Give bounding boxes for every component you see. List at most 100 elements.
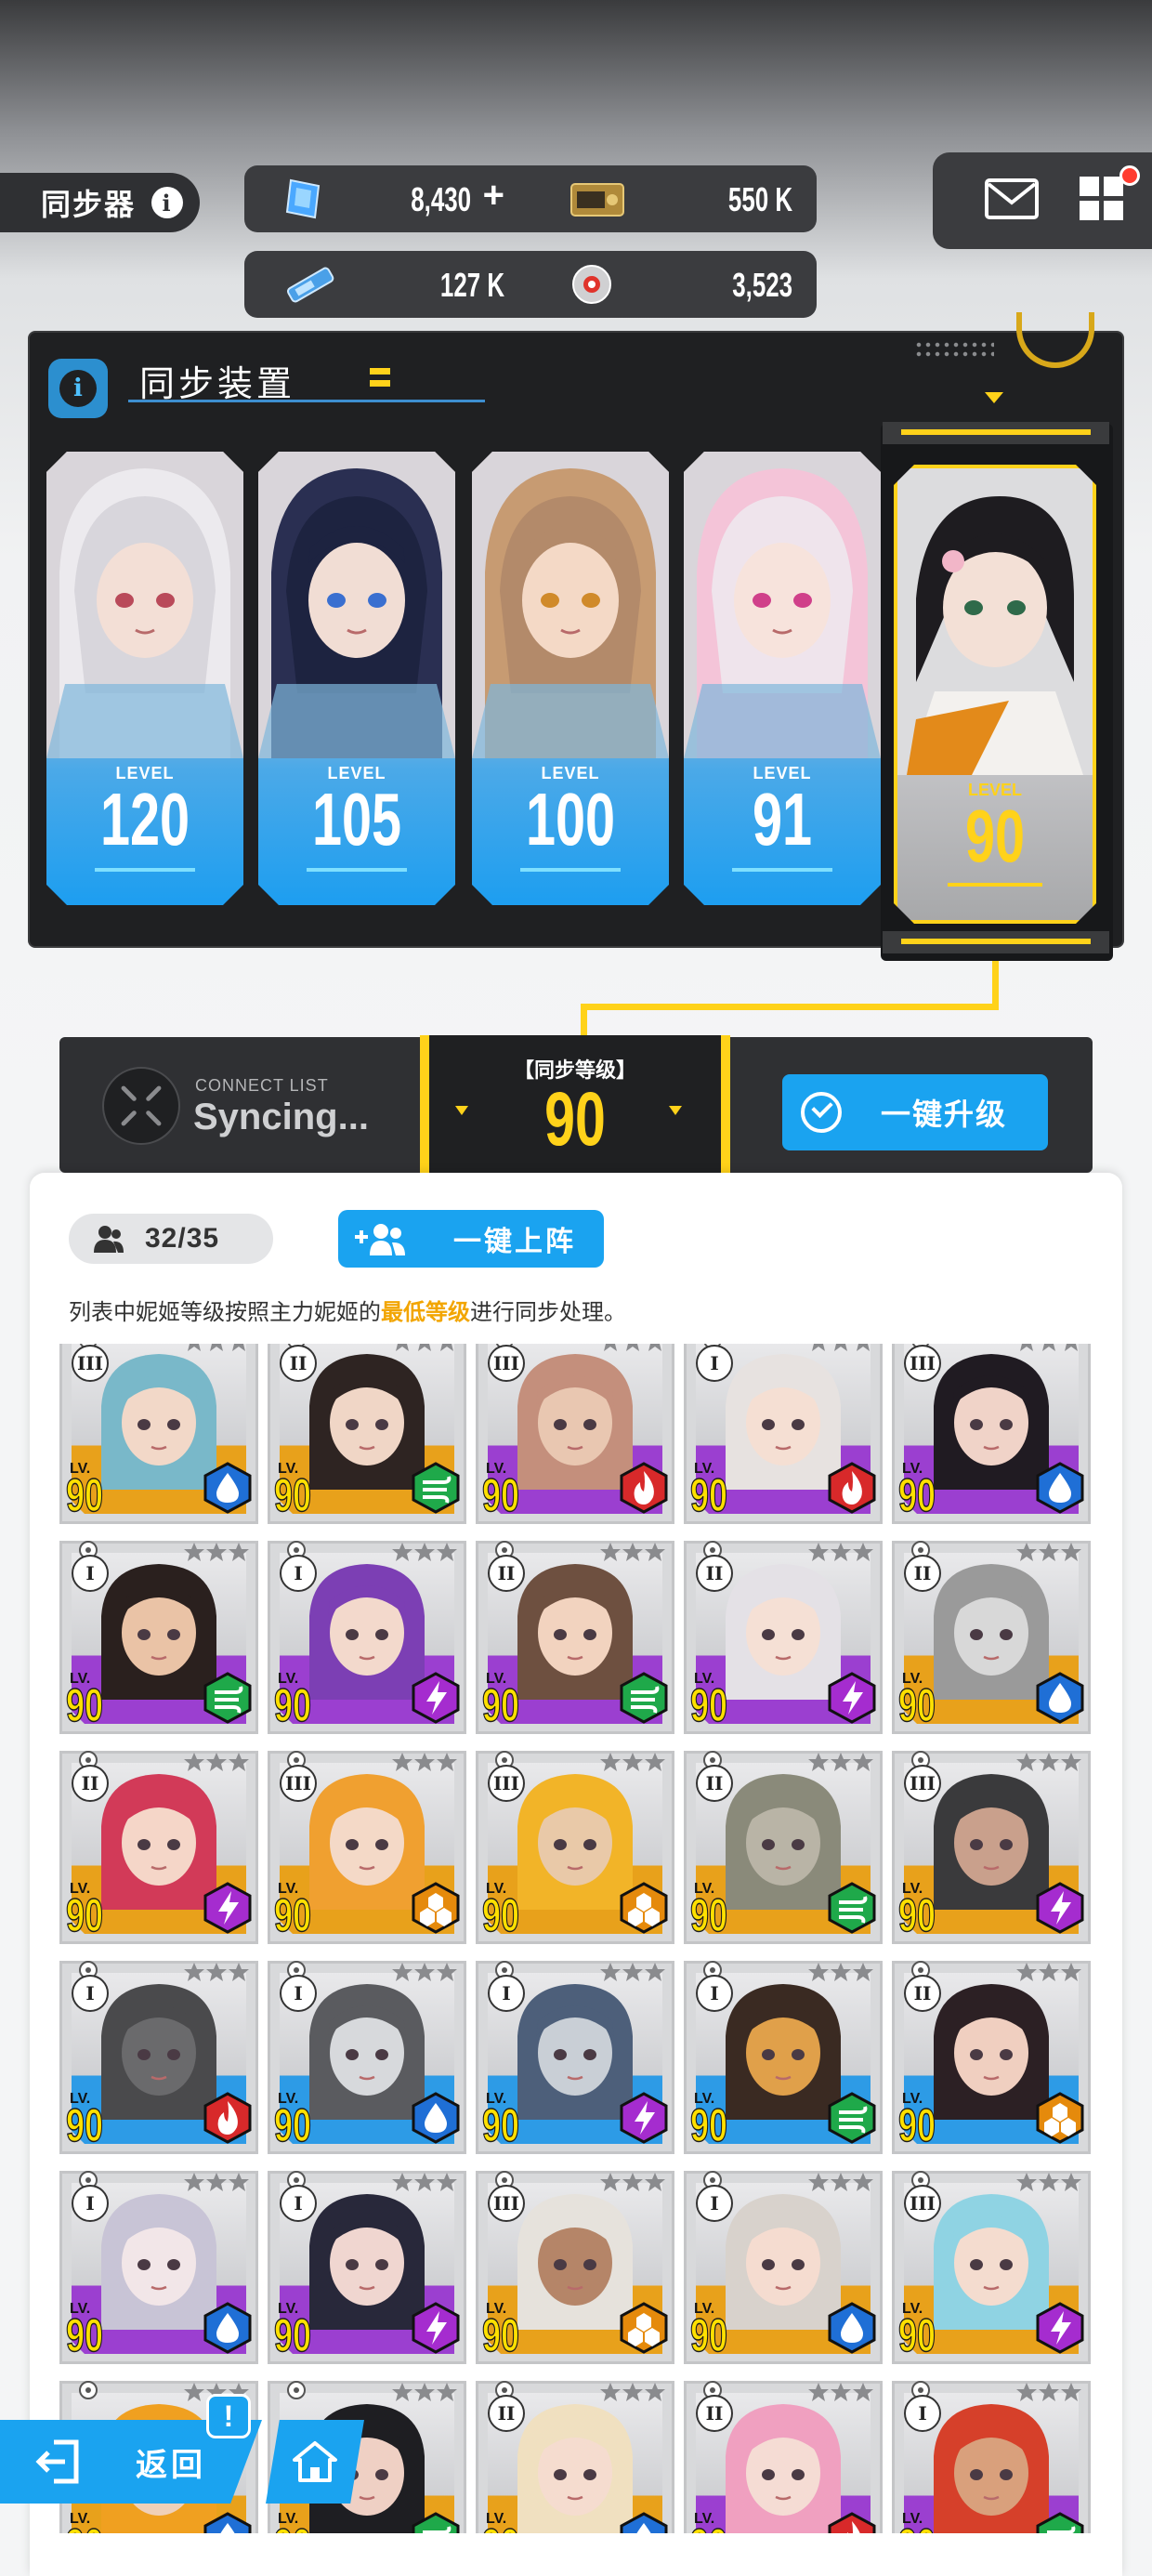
character-level: 90: [481, 1888, 520, 1942]
element-electric-icon: [620, 2092, 668, 2144]
character-tile[interactable]: ILV.90: [59, 1541, 258, 1734]
character-level: 90: [689, 2308, 728, 2362]
character-tile[interactable]: IILV.90: [684, 1751, 883, 1944]
credit-resource: 550 K: [532, 165, 811, 232]
home-button[interactable]: [266, 2420, 364, 2504]
one-click-upgrade-button[interactable]: 一键升级: [782, 1074, 1048, 1150]
character-tile[interactable]: ILV.90: [476, 1961, 674, 2154]
sync-level-value: 90: [544, 1077, 606, 1162]
element-wind-icon: [828, 1882, 876, 1934]
character-tile[interactable]: IILV.90: [684, 1541, 883, 1734]
burst-badge: I: [696, 2185, 733, 2222]
character-level: 90: [689, 1678, 728, 1732]
character-tile[interactable]: IILV.90: [268, 1344, 466, 1524]
element-fire-icon: [828, 2512, 876, 2533]
one-click-deploy-button[interactable]: 一键上阵: [338, 1210, 604, 1268]
lead-level: 90: [964, 795, 1026, 877]
character-tile[interactable]: ILV.90: [268, 2171, 466, 2364]
sync-device-title: 同步装置: [139, 365, 296, 404]
burst-badge: I: [696, 1345, 733, 1382]
element-electric-icon: [412, 2302, 460, 2354]
rarity-stars-icon: [188, 1344, 245, 1351]
burst-badge: I: [72, 1555, 109, 1592]
users-icon: [94, 1226, 124, 1253]
battle-data-icon: [286, 267, 334, 303]
gem-plus-button[interactable]: +: [483, 175, 504, 217]
burst-badge: III: [488, 2185, 525, 2222]
element-electric-icon: [1036, 2302, 1084, 2354]
character-tile[interactable]: III LV. 90: [892, 1751, 1091, 1944]
character-tile[interactable]: IILV.90: [476, 2381, 674, 2533]
burst-badge: II: [696, 2395, 733, 2432]
grid-menu-icon[interactable]: [1078, 175, 1126, 223]
character-tile[interactable]: III LV. 90: [892, 1344, 1091, 1524]
lead-arrow-icon: [985, 392, 1003, 403]
element-water-icon: [1036, 1462, 1084, 1514]
slot-count: 32/35: [145, 1223, 220, 1254]
character-tile[interactable]: IILV.90: [892, 1961, 1091, 2154]
level-underline: [307, 868, 407, 872]
gem-icon: [285, 178, 321, 219]
burst-badge: I: [280, 2185, 317, 2222]
burst-badge: I: [280, 1555, 317, 1592]
element-fire-icon: [203, 2092, 252, 2144]
character-tile[interactable]: III LV. 90: [476, 2171, 674, 2364]
down-arrow-icon: [455, 1106, 468, 1115]
character-tile[interactable]: IILV.90: [476, 1541, 674, 1734]
character-level: 90: [689, 2518, 727, 2533]
burst-badge: III: [72, 1345, 109, 1382]
character-level: 90: [65, 2308, 104, 2362]
character-tile[interactable]: ILV.90: [684, 1344, 883, 1524]
sync-character-card[interactable]: LEVEL 120: [46, 452, 243, 905]
character-level: 90: [481, 1678, 520, 1732]
rarity-stars-icon: [600, 2383, 665, 2401]
character-tile[interactable]: IILV.90: [59, 1751, 258, 1944]
character-tile[interactable]: ILV.90: [268, 1541, 466, 1734]
sync-character-card[interactable]: LEVEL 100: [472, 452, 669, 905]
sync-note-part1: 列表中妮姬等级按照主力妮姬的: [69, 1300, 381, 1325]
character-tile[interactable]: ILV.90: [268, 1961, 466, 2154]
resource-bar-bottom: 127 K 3,523: [244, 251, 817, 318]
character-tile[interactable]: ILV.90: [59, 2171, 258, 2364]
lead-character-card[interactable]: LEVEL 90: [894, 465, 1096, 924]
character-tile[interactable]: ILV.90: [59, 1961, 258, 2154]
alert-badge[interactable]: !: [206, 2394, 251, 2438]
sync-note-highlight: 最低等级: [381, 1300, 470, 1325]
info-icon[interactable]: i: [151, 187, 183, 218]
character-tile[interactable]: III LV. 90: [892, 2171, 1091, 2364]
mail-icon[interactable]: [983, 175, 1041, 223]
sync-character-card[interactable]: LEVEL 91: [684, 452, 881, 905]
gem-resource[interactable]: 8,430 +: [244, 165, 523, 232]
character-tile[interactable]: III LV. 90: [59, 1344, 258, 1524]
sync-character-card[interactable]: LEVEL 105: [258, 452, 455, 905]
rarity-stars-icon: [184, 1753, 249, 1771]
level-underline: [948, 883, 1042, 887]
core-dust-icon: [572, 265, 611, 304]
character-tile[interactable]: III LV. 90: [268, 1751, 466, 1944]
character-tile[interactable]: ILV.90: [892, 2381, 1091, 2533]
element-iron-icon: [1036, 2092, 1084, 2144]
character-tile[interactable]: ILV.90: [684, 2171, 883, 2364]
character-tile[interactable]: III LV. 90: [476, 1344, 674, 1524]
syncing-status: Syncing...: [193, 1097, 369, 1137]
rarity-stars-icon: [808, 2383, 873, 2401]
character-level: 90: [689, 1888, 728, 1942]
rarity-stars-icon: [604, 1344, 661, 1351]
credit-card-icon: [570, 183, 624, 217]
character-portrait-light-brown-hair: [472, 452, 669, 758]
gem-value: 8,430: [411, 180, 471, 218]
character-level: 120: [99, 778, 190, 861]
sync-device-info-button[interactable]: i: [48, 359, 108, 418]
character-level: 90: [897, 2098, 936, 2152]
character-tile[interactable]: IILV.90: [684, 2381, 883, 2533]
character-tile[interactable]: IILV.90: [892, 1541, 1091, 1734]
character-tile[interactable]: ILV.90: [684, 1961, 883, 2154]
rarity-stars-icon: [1016, 1753, 1081, 1771]
resource-bar-top: 8,430 + 550 K: [244, 165, 817, 232]
character-level: 90: [65, 1888, 104, 1942]
synchronizer-title: 同步器 i: [0, 173, 200, 232]
character-tile[interactable]: III LV. 90: [476, 1751, 674, 1944]
class-icon: [287, 2381, 306, 2399]
character-level: 100: [525, 778, 616, 861]
deploy-button-label: 一键上阵: [453, 1227, 576, 1257]
